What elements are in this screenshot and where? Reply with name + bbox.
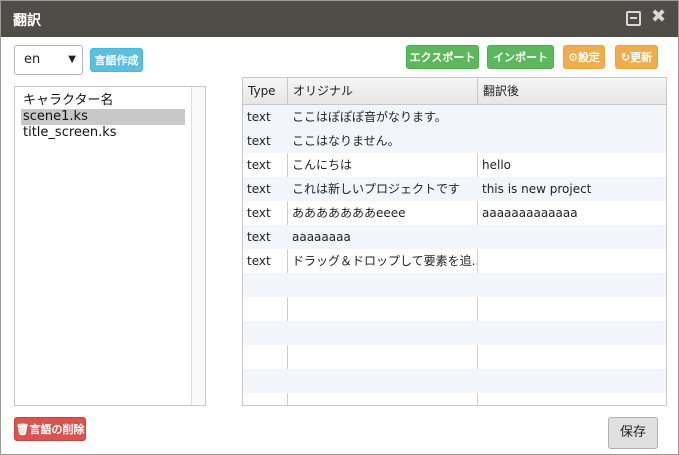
- settings-button[interactable]: ⚙設定: [563, 45, 605, 69]
- refresh-button[interactable]: ↻更新: [615, 45, 658, 69]
- table-row[interactable]: text aaaaaaaa: [243, 225, 666, 249]
- table-row[interactable]: text ここはなりません。: [243, 129, 666, 153]
- gear-icon: ⚙: [568, 51, 578, 64]
- cell-type: text: [247, 230, 271, 244]
- cell-type: text: [247, 110, 271, 124]
- file-item-scene1[interactable]: scene1.ks: [21, 109, 185, 125]
- refresh-icon: ↻: [620, 51, 631, 64]
- delete-language-button[interactable]: 🗑言語の削除: [14, 417, 86, 441]
- table-row-empty: [243, 297, 666, 321]
- language-select-value: en: [24, 52, 41, 67]
- file-item-character-names[interactable]: キャラクター名: [21, 93, 185, 109]
- cell-original: ここはなりません。: [292, 134, 400, 148]
- cell-type: text: [247, 134, 271, 148]
- cell-translated[interactable]: this is new project: [478, 177, 666, 201]
- create-language-button[interactable]: 言語作成: [90, 48, 143, 72]
- table-row[interactable]: text ドラッグ＆ドロップして要素を追...: [243, 249, 666, 273]
- translation-table: text ここはぽぽぽ音がなります。 text ここはなりません。 text こ…: [242, 77, 667, 406]
- cell-translated[interactable]: [478, 249, 666, 273]
- cell-translated[interactable]: hello: [478, 153, 666, 177]
- minimize-icon[interactable]: [626, 11, 641, 26]
- cell-translated[interactable]: aaaaaaaaaaaaa: [478, 201, 666, 225]
- cell-type: text: [247, 254, 271, 268]
- table-row-empty: [243, 273, 666, 297]
- delete-language-button-label: 言語の削除: [29, 423, 85, 436]
- cell-type: text: [247, 182, 271, 196]
- table-row[interactable]: text ここはぽぽぽ音がなります。: [243, 105, 666, 129]
- export-button[interactable]: エクスポート: [406, 45, 479, 69]
- cell-original: こんにちは: [292, 158, 353, 172]
- cell-original: aaaaaaaa: [292, 230, 351, 244]
- column-header-type[interactable]: Type: [243, 78, 288, 105]
- settings-button-label: 設定: [577, 51, 600, 64]
- table-row[interactable]: text こんにちは hello: [243, 153, 666, 177]
- table-row-empty: [243, 345, 666, 369]
- file-item-title-screen[interactable]: title_screen.ks: [21, 125, 185, 141]
- import-button[interactable]: インポート: [487, 45, 554, 69]
- dialog-titlebar[interactable]: 翻訳 ✖: [1, 1, 678, 37]
- table-row[interactable]: text これは新しいプロジェクトです this is new project: [243, 177, 666, 201]
- file-list[interactable]: キャラクター名 scene1.ks title_screen.ks: [14, 86, 206, 406]
- save-button[interactable]: 保存: [608, 417, 658, 449]
- column-header-translated[interactable]: 翻訳後: [478, 78, 666, 105]
- cell-original: あああああああeeee: [292, 206, 406, 220]
- cell-translated[interactable]: [478, 105, 666, 129]
- refresh-button-label: 更新: [630, 51, 653, 64]
- trash-icon: 🗑: [15, 423, 30, 436]
- cell-original: ドラッグ＆ドロップして要素を追...: [292, 254, 477, 268]
- cell-original: ここはぽぽぽ音がなります。: [292, 110, 447, 124]
- table-row-empty: [243, 369, 666, 393]
- cell-type: text: [247, 158, 271, 172]
- file-list-scrollbar[interactable]: [191, 87, 205, 405]
- table-row-empty: [243, 321, 666, 345]
- column-header-original[interactable]: オリジナル: [288, 78, 478, 105]
- cell-translated[interactable]: [478, 129, 666, 153]
- table-header: Type オリジナル 翻訳後: [243, 78, 666, 105]
- dialog-title: 翻訳: [13, 13, 41, 29]
- table-row[interactable]: text あああああああeeee aaaaaaaaaaaaa: [243, 201, 666, 225]
- language-select[interactable]: en ▼: [14, 45, 83, 75]
- close-icon[interactable]: ✖: [651, 8, 666, 26]
- cell-translated[interactable]: [478, 225, 666, 249]
- translation-dialog: 翻訳 ✖ en ▼ 言語作成 エクスポート インポート ⚙設定 ↻更新 キャラク…: [0, 0, 679, 455]
- chevron-down-icon: ▼: [68, 54, 76, 65]
- cell-type: text: [247, 206, 271, 220]
- cell-original: これは新しいプロジェクトです: [292, 182, 461, 196]
